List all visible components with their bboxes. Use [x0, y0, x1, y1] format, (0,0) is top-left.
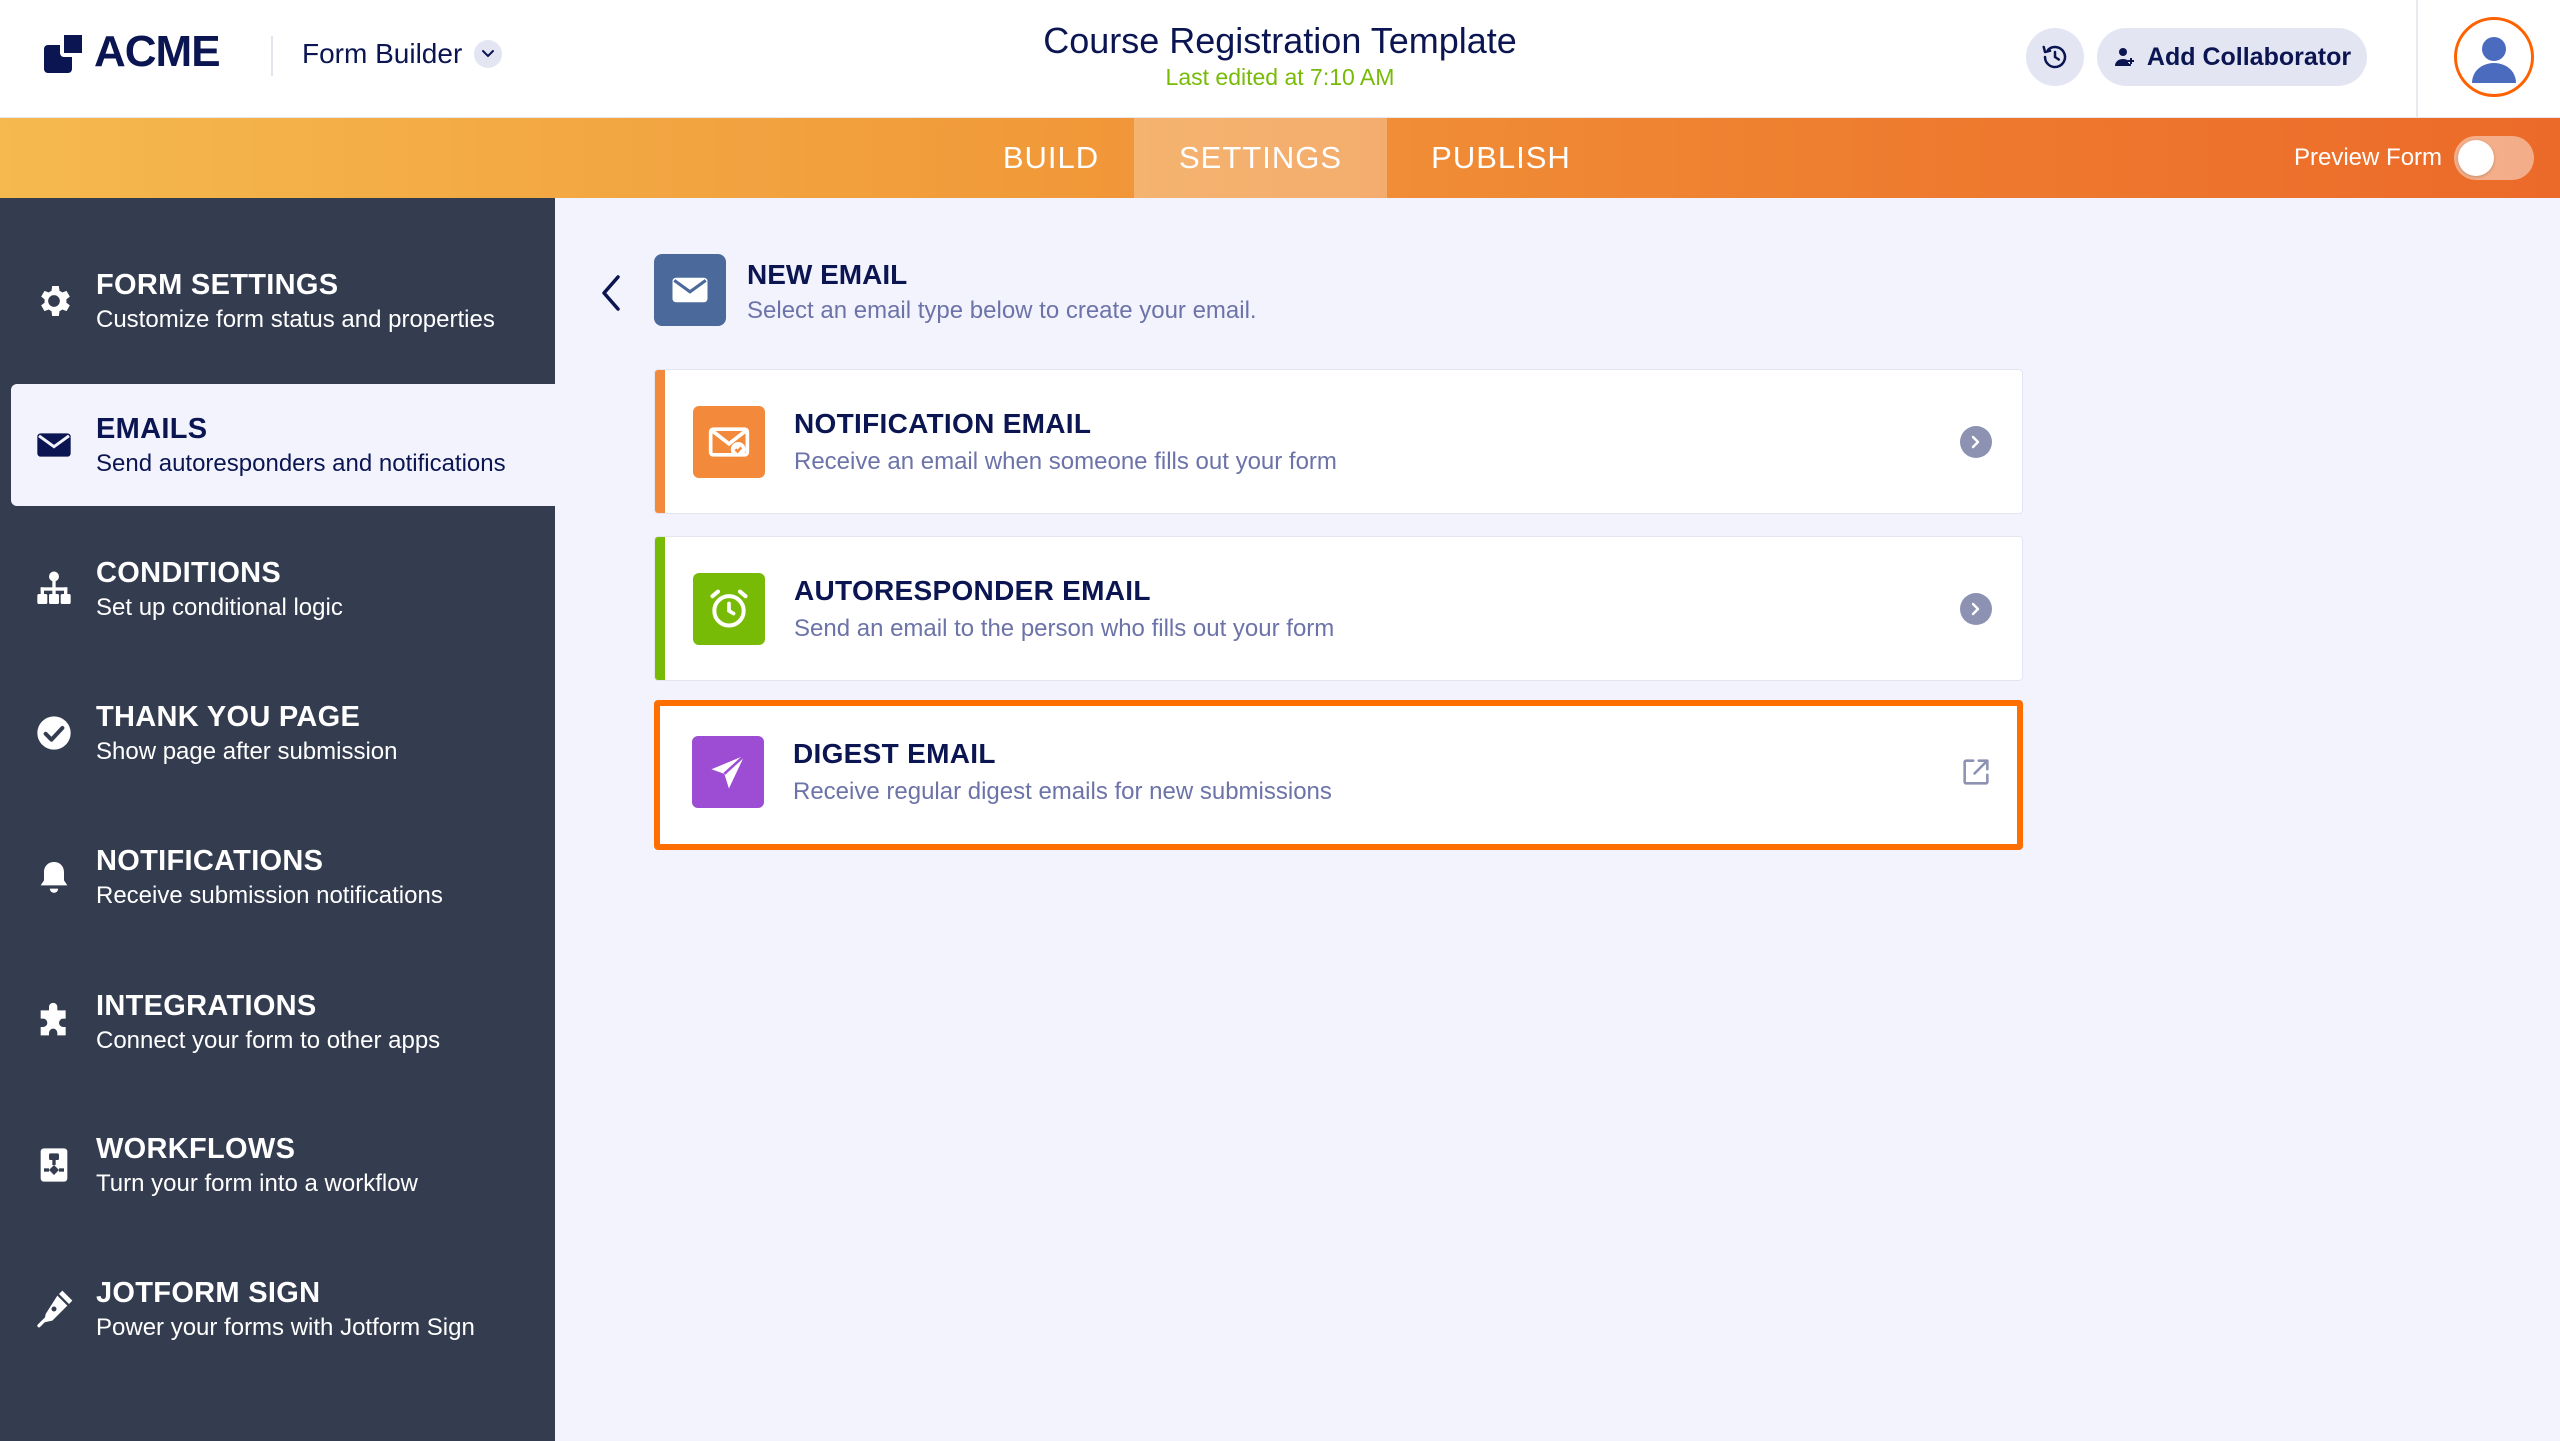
preview-form-label: Preview Form — [2294, 144, 2443, 171]
add-user-icon — [2114, 48, 2134, 66]
add-collaborator-button[interactable]: Add Collaborator — [2097, 28, 2367, 86]
sidebar-item-desc: Power your forms with Jotform Sign — [96, 1313, 475, 1341]
tab-settings[interactable]: SETTINGS — [1134, 118, 1387, 198]
tab-build-label: BUILD — [1002, 140, 1100, 175]
app-switcher-label: Form Builder — [302, 38, 463, 69]
card-accent-stripe — [655, 370, 665, 513]
sidebar-item-title: NOTIFICATIONS — [96, 844, 324, 877]
sidebar-item-jotform-sign[interactable]: JOTFORM SIGN Power your forms with Jotfo… — [11, 1248, 555, 1370]
history-button[interactable] — [2026, 28, 2084, 86]
pen-icon — [31, 1286, 77, 1332]
tab-publish[interactable]: PUBLISH — [1387, 118, 1615, 198]
avatar[interactable] — [2454, 17, 2534, 97]
gear-icon — [31, 278, 77, 324]
sidebar-item-notifications[interactable]: NOTIFICATIONS Receive submission notific… — [11, 816, 555, 938]
sidebar-item-desc: Customize form status and properties — [96, 305, 495, 333]
new-email-title: NEW EMAIL — [747, 259, 908, 290]
logo-text: ACME — [94, 27, 221, 76]
notification-email-card[interactable]: NOTIFICATION EMAIL Receive an email when… — [654, 369, 2023, 514]
sidebar-item-conditions[interactable]: CONDITIONS Set up conditional logic — [11, 528, 555, 650]
app-switcher[interactable]: Form Builder — [302, 38, 503, 70]
tab-settings-label: SETTINGS — [1178, 140, 1342, 175]
envelope-icon — [654, 254, 726, 326]
sidebar-item-title: JOTFORM SIGN — [96, 1276, 321, 1309]
logo-mark-icon — [44, 29, 90, 75]
tab-build[interactable]: BUILD — [968, 118, 1134, 198]
top-header: ACME Form Builder Course Registration Te… — [0, 0, 2560, 118]
alarm-clock-icon — [693, 573, 765, 645]
add-collaborator-label: Add Collaborator — [2146, 42, 2352, 71]
header-divider — [2416, 0, 2418, 118]
chevron-right-icon — [1960, 426, 1992, 458]
sidebar-item-title: INTEGRATIONS — [96, 989, 317, 1022]
chevron-right-icon — [1960, 593, 1992, 625]
sidebar-item-title: THANK YOU PAGE — [96, 700, 361, 733]
sidebar-item-desc: Turn your form into a workflow — [96, 1169, 418, 1197]
acme-logo[interactable]: ACME — [44, 27, 221, 76]
sidebar-item-form-settings[interactable]: FORM SETTINGS Customize form status and … — [11, 240, 555, 362]
sidebar-item-desc: Set up conditional logic — [96, 593, 343, 621]
sidebar-item-title: EMAILS — [96, 412, 208, 445]
hierarchy-icon — [31, 566, 77, 612]
user-avatar-icon — [2472, 37, 2516, 83]
sidebar-item-workflows[interactable]: WORKFLOWS Turn your form into a workflow — [11, 1104, 555, 1226]
history-icon — [2042, 45, 2067, 69]
external-link-icon — [1959, 755, 1993, 789]
new-email-subtitle: Select an email type below to create you… — [747, 297, 1257, 324]
back-button[interactable] — [590, 268, 630, 318]
chevron-left-icon — [602, 275, 620, 311]
preview-form-toggle[interactable] — [2454, 136, 2535, 180]
card-desc: Receive regular digest emails for new su… — [793, 778, 1332, 805]
bell-icon — [31, 854, 77, 900]
header-divider — [271, 36, 273, 76]
sidebar-item-emails[interactable]: EMAILS Send autoresponders and notificat… — [11, 384, 555, 506]
puzzle-icon — [31, 999, 77, 1045]
sidebar-item-thank-you-page[interactable]: THANK YOU PAGE Show page after submissio… — [11, 672, 555, 794]
sidebar-item-desc: Show page after submission — [96, 737, 398, 765]
card-title: AUTORESPONDER EMAIL — [794, 575, 1151, 606]
sidebar-item-desc: Send autoresponders and notifications — [96, 449, 506, 477]
chevron-down-icon — [474, 40, 503, 68]
sidebar-item-title: CONDITIONS — [96, 556, 282, 589]
sidebar-item-title: WORKFLOWS — [96, 1132, 296, 1165]
card-accent-stripe — [655, 537, 665, 680]
workflow-icon — [31, 1142, 77, 1188]
toggle-knob — [2458, 140, 2495, 176]
sidebar-item-integrations[interactable]: INTEGRATIONS Connect your form to other … — [11, 961, 555, 1083]
envelope-icon — [31, 422, 77, 468]
autoresponder-email-card[interactable]: AUTORESPONDER EMAIL Send an email to the… — [654, 536, 2023, 681]
card-title: DIGEST EMAIL — [793, 738, 996, 769]
card-title: NOTIFICATION EMAIL — [794, 408, 1092, 439]
digest-email-card[interactable]: DIGEST EMAIL Receive regular digest emai… — [654, 700, 2023, 850]
sidebar-item-desc: Receive submission notifications — [96, 881, 443, 909]
preview-form-toggle-group: Preview Form — [2294, 118, 2535, 198]
sidebar-item-desc: Connect your form to other apps — [96, 1026, 441, 1054]
mail-notification-icon — [693, 406, 765, 478]
card-desc: Send an email to the person who fills ou… — [794, 615, 1335, 642]
tab-publish-label: PUBLISH — [1431, 140, 1571, 175]
sidebar-item-title: FORM SETTINGS — [96, 268, 339, 301]
settings-sidebar: FORM SETTINGS Customize form status and … — [0, 198, 555, 1441]
paper-plane-icon — [692, 736, 764, 808]
check-circle-icon — [31, 710, 77, 756]
main-nav-bar: BUILD SETTINGS PUBLISH Preview Form — [0, 118, 2560, 198]
card-desc: Receive an email when someone fills out … — [794, 448, 1337, 475]
